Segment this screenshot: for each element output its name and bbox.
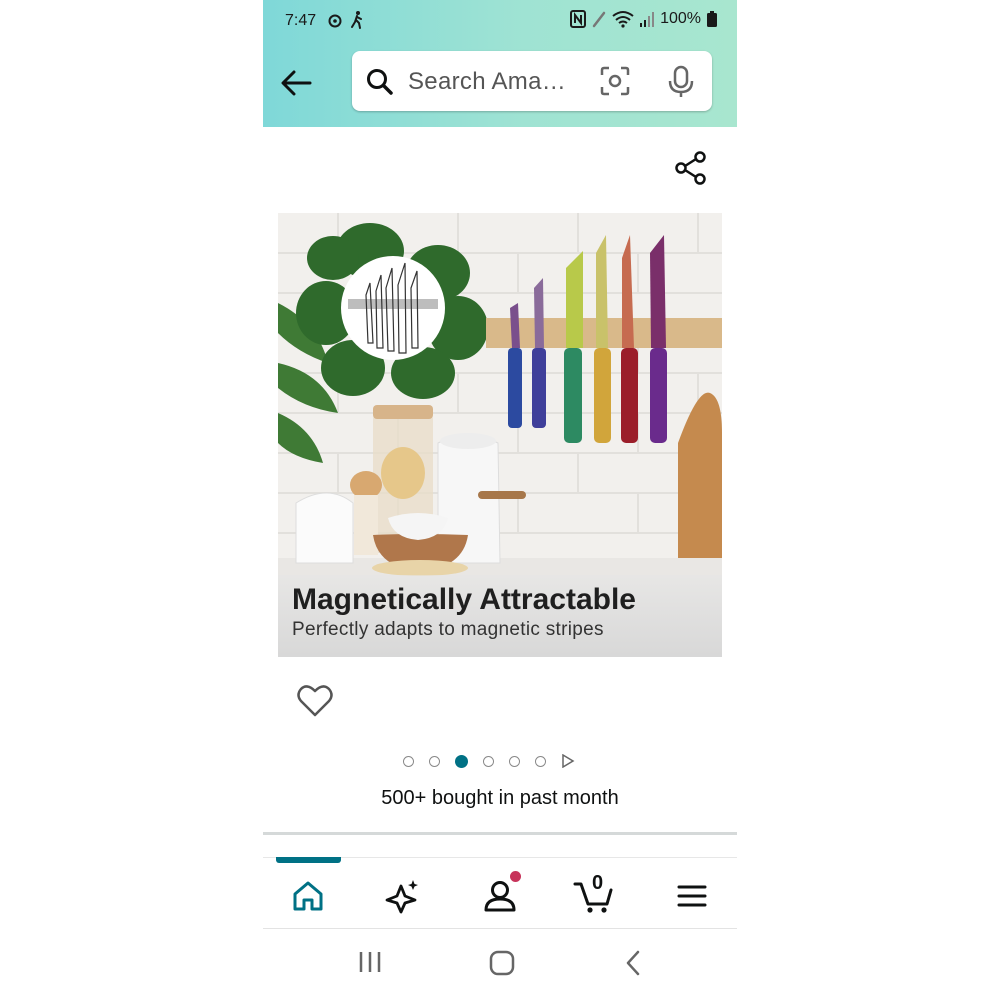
nav-account[interactable] <box>476 871 524 918</box>
divider <box>263 832 737 835</box>
battery-icon <box>707 11 717 27</box>
carousel-dot[interactable] <box>483 755 494 767</box>
status-bar: 7:47 100% <box>263 8 737 36</box>
account-icon <box>484 881 516 912</box>
share-button[interactable] <box>673 150 709 186</box>
arrow-left-icon <box>281 70 312 96</box>
search-input[interactable]: Search Ama… <box>408 68 566 96</box>
status-time: 7:47 <box>285 12 317 29</box>
carousel-dot[interactable] <box>535 755 546 767</box>
menu-icon <box>677 885 707 907</box>
carousel-dot[interactable] <box>403 755 414 767</box>
wishlist-button[interactable] <box>297 684 333 723</box>
app-screen: 7:47 100% Search Ama… Magnetically Attra… <box>263 0 737 1000</box>
bought-count: 500+ bought in past month <box>381 787 619 809</box>
wifi-icon <box>612 11 634 28</box>
active-tab-indicator <box>276 857 341 863</box>
nav-home[interactable] <box>284 874 332 918</box>
walking-icon <box>351 11 362 29</box>
image-subtitle: Perfectly adapts to magnetic stripes <box>292 619 604 640</box>
back-button[interactable] <box>277 64 315 102</box>
pen-icon <box>592 11 606 28</box>
battery-level: 100% <box>660 10 701 27</box>
search-bar[interactable]: Search Ama… <box>352 51 712 111</box>
header-bar: 7:47 100% Search Ama… <box>263 0 737 127</box>
threads-icon <box>328 14 342 28</box>
home-button[interactable] <box>489 950 515 981</box>
divider <box>263 928 737 929</box>
nav-rufus[interactable] <box>379 874 427 918</box>
product-image[interactable]: Magnetically Attractable Perfectly adapt… <box>278 213 722 657</box>
nfc-icon <box>570 10 587 28</box>
home-square-icon <box>489 950 515 976</box>
notification-badge <box>510 871 521 882</box>
play-icon[interactable] <box>561 754 575 768</box>
recent-apps-button[interactable] <box>358 950 382 979</box>
recent-apps-icon <box>359 952 381 972</box>
microphone-icon[interactable] <box>668 65 694 99</box>
carousel-dot[interactable] <box>455 754 468 768</box>
signal-icon <box>640 12 655 27</box>
nav-cart[interactable]: 0 <box>570 872 618 918</box>
nav-menu[interactable] <box>668 874 716 918</box>
carousel-dot[interactable] <box>509 755 520 767</box>
system-back-button[interactable] <box>625 950 641 981</box>
home-icon <box>293 881 323 911</box>
search-icon <box>367 69 393 95</box>
system-nav-bar <box>263 930 737 1000</box>
cart-count: 0 <box>592 872 604 894</box>
sparkle-icon <box>385 880 418 914</box>
bottom-nav: 0 <box>263 864 737 928</box>
image-title: Magnetically Attractable <box>292 583 636 616</box>
carousel-dot[interactable] <box>429 755 440 767</box>
share-icon <box>675 151 706 185</box>
camera-search-icon[interactable] <box>600 66 630 96</box>
image-carousel-dots[interactable] <box>403 754 575 768</box>
heart-icon <box>297 685 333 717</box>
chevron-left-icon <box>626 950 640 976</box>
